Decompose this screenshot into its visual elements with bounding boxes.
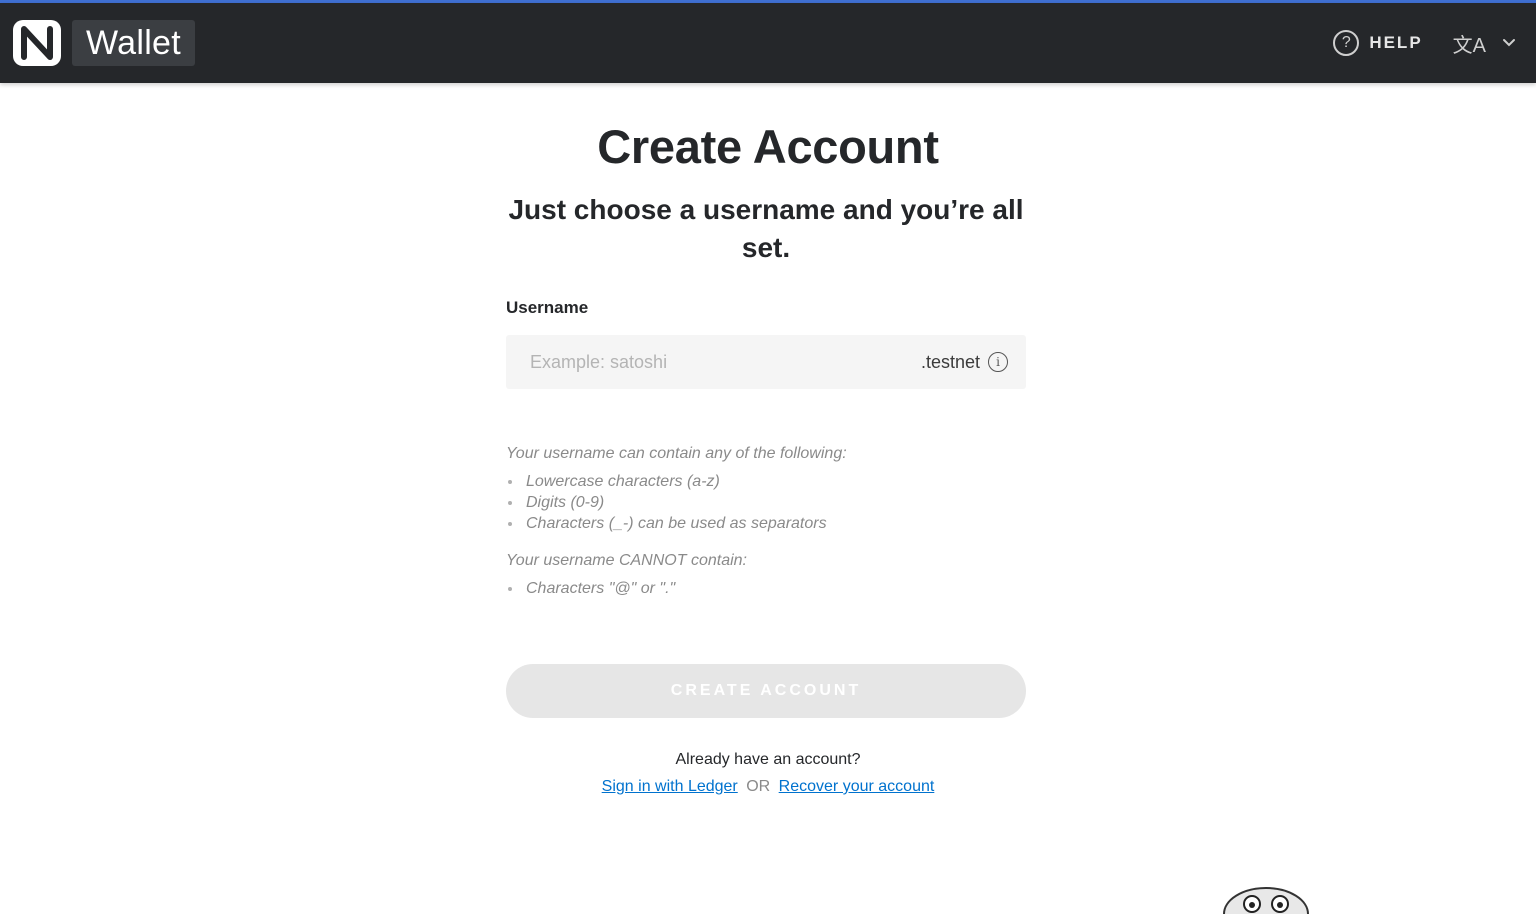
sign-in-ledger-link[interactable]: Sign in with Ledger: [602, 778, 738, 795]
translate-icon: 文A: [1452, 34, 1486, 57]
create-account-button[interactable]: CREATE ACCOUNT: [506, 664, 1026, 718]
list-item: Characters (_-) can be used as separator…: [506, 513, 1026, 534]
brand-link[interactable]: Wallet: [12, 19, 196, 67]
wallet-label: Wallet: [72, 20, 196, 66]
top-navbar: Wallet ? HELP 文A: [0, 3, 1536, 83]
info-icon[interactable]: i: [988, 352, 1008, 372]
username-field: .testnet i: [506, 335, 1026, 389]
help-button[interactable]: ? HELP: [1333, 30, 1422, 56]
forbidden-list: Characters "@" or ".": [506, 578, 1026, 599]
help-label: HELP: [1369, 33, 1423, 52]
question-circle-icon: ?: [1333, 30, 1360, 56]
username-label: Username: [506, 298, 589, 317]
list-item: Lowercase characters (a-z): [506, 471, 1026, 492]
network-suffix: .testnet: [920, 351, 980, 372]
username-rules: Your username can contain any of the fol…: [506, 445, 1026, 617]
language-selector[interactable]: 文A: [1453, 29, 1516, 58]
list-item: Digits (0-9): [506, 492, 1026, 513]
username-input[interactable]: [530, 351, 921, 373]
near-logo-icon: [13, 20, 61, 66]
list-item: Characters "@" or ".": [506, 578, 1026, 599]
chevron-down-icon: [1503, 39, 1515, 47]
forbidden-heading: Your username CANNOT contain:: [506, 552, 747, 569]
mascot-image: [1223, 887, 1309, 914]
allowed-heading: Your username can contain any of the fol…: [506, 445, 847, 462]
alternate-actions: Sign in with Ledger OR Recover your acco…: [0, 778, 1536, 796]
page-title: Create Account: [597, 120, 939, 173]
allowed-list: Lowercase characters (a-z) Digits (0-9) …: [506, 471, 1026, 534]
already-have-account-text: Already have an account?: [675, 751, 861, 768]
page-subtitle: Just choose a username and you’re all se…: [508, 194, 1024, 263]
or-separator: OR: [746, 778, 771, 795]
recover-account-link[interactable]: Recover your account: [779, 778, 935, 795]
